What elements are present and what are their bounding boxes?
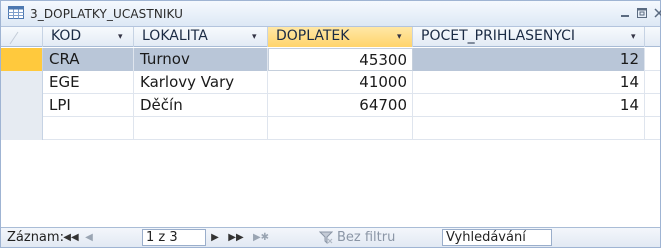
chevron-down-icon[interactable]: ▾: [397, 27, 402, 47]
title-bar[interactable]: 3_DOPLATKY_UCASTNIKU: [1, 1, 661, 27]
last-record-button[interactable]: ▶▶: [227, 231, 245, 245]
record-selector[interactable]: [1, 117, 43, 140]
column-header-label: LOKALITA: [142, 28, 208, 44]
record-label: Záznam:: [7, 230, 64, 245]
datasheet-window: 3_DOPLATKY_UCASTNIKU KOD ▾ LOKALITA ▾ DO…: [0, 0, 661, 248]
next-record-button[interactable]: ▶: [209, 231, 221, 245]
table-row[interactable]: EGE Karlovy Vary 41000 14: [1, 71, 660, 94]
previous-record-button[interactable]: ◀: [83, 231, 95, 245]
column-header-label: DOPLATEK: [276, 28, 350, 44]
column-header-lokalita[interactable]: LOKALITA ▾: [134, 27, 268, 47]
record-selector[interactable]: [1, 71, 43, 94]
filter-status[interactable]: Bez filtru: [337, 230, 395, 245]
cell-pocet[interactable]: 14: [413, 94, 645, 117]
cell-kod[interactable]: CRA: [43, 48, 134, 71]
cell-lokalita[interactable]: Karlovy Vary: [134, 71, 268, 94]
column-header-label: POCET_PRIHLASENYCI: [421, 28, 576, 44]
cell-lokalita[interactable]: [134, 117, 268, 140]
column-header-kod[interactable]: KOD ▾: [43, 27, 134, 47]
column-header-label: KOD: [51, 28, 82, 44]
column-header-doplatek[interactable]: DOPLATEK ▾: [268, 27, 413, 47]
column-header-row: KOD ▾ LOKALITA ▾ DOPLATEK ▾ POCET_PRIHLA…: [1, 27, 660, 47]
cell-lokalita[interactable]: Turnov: [134, 48, 268, 71]
window-title: 3_DOPLATKY_UCASTNIKU: [30, 7, 184, 21]
table-row[interactable]: CRA Turnov 45300 12: [1, 48, 660, 71]
select-all-corner[interactable]: [1, 27, 43, 47]
cell-doplatek[interactable]: [268, 117, 413, 140]
cell-kod[interactable]: [43, 117, 134, 140]
minimize-icon[interactable]: [618, 6, 632, 20]
table-icon: [8, 6, 24, 19]
cell-pocet[interactable]: 12: [413, 48, 645, 71]
chevron-down-icon[interactable]: ▾: [252, 27, 257, 47]
current-record-field[interactable]: 1 z 3: [142, 229, 206, 246]
record-selector[interactable]: [1, 94, 43, 117]
restore-icon[interactable]: [635, 6, 649, 20]
select-all-icon: [9, 31, 19, 45]
close-icon[interactable]: [652, 6, 661, 20]
cell-doplatek[interactable]: 41000: [268, 71, 413, 94]
cell-kod[interactable]: LPI: [43, 94, 134, 117]
new-record-row[interactable]: [1, 117, 660, 140]
chevron-down-icon[interactable]: ▾: [631, 27, 636, 47]
cell-lokalita[interactable]: Děčín: [134, 94, 268, 117]
cell-pocet[interactable]: 14: [413, 71, 645, 94]
first-record-button[interactable]: ◀◀: [63, 231, 79, 245]
cell-doplatek[interactable]: 64700: [268, 94, 413, 117]
record-navigation-bar: Záznam: ◀◀ ◀ 1 z 3 ▶ ▶▶ ▶✱ Bez filtru Vy…: [1, 227, 660, 247]
cell-kod[interactable]: EGE: [43, 71, 134, 94]
new-record-button[interactable]: ▶✱: [251, 231, 271, 245]
cell-doplatek[interactable]: 45300: [268, 48, 413, 71]
datasheet-empty-area: [1, 141, 660, 227]
record-selector[interactable]: [1, 48, 43, 71]
filter-icon[interactable]: [319, 231, 333, 244]
table-row[interactable]: LPI Děčín 64700 14: [1, 94, 660, 117]
chevron-down-icon[interactable]: ▾: [118, 27, 123, 47]
search-input[interactable]: Vyhledávání: [442, 229, 552, 246]
column-header-pocet-prihlasenych[interactable]: POCET_PRIHLASENYCI ▾: [413, 27, 645, 47]
cell-pocet[interactable]: [413, 117, 645, 140]
